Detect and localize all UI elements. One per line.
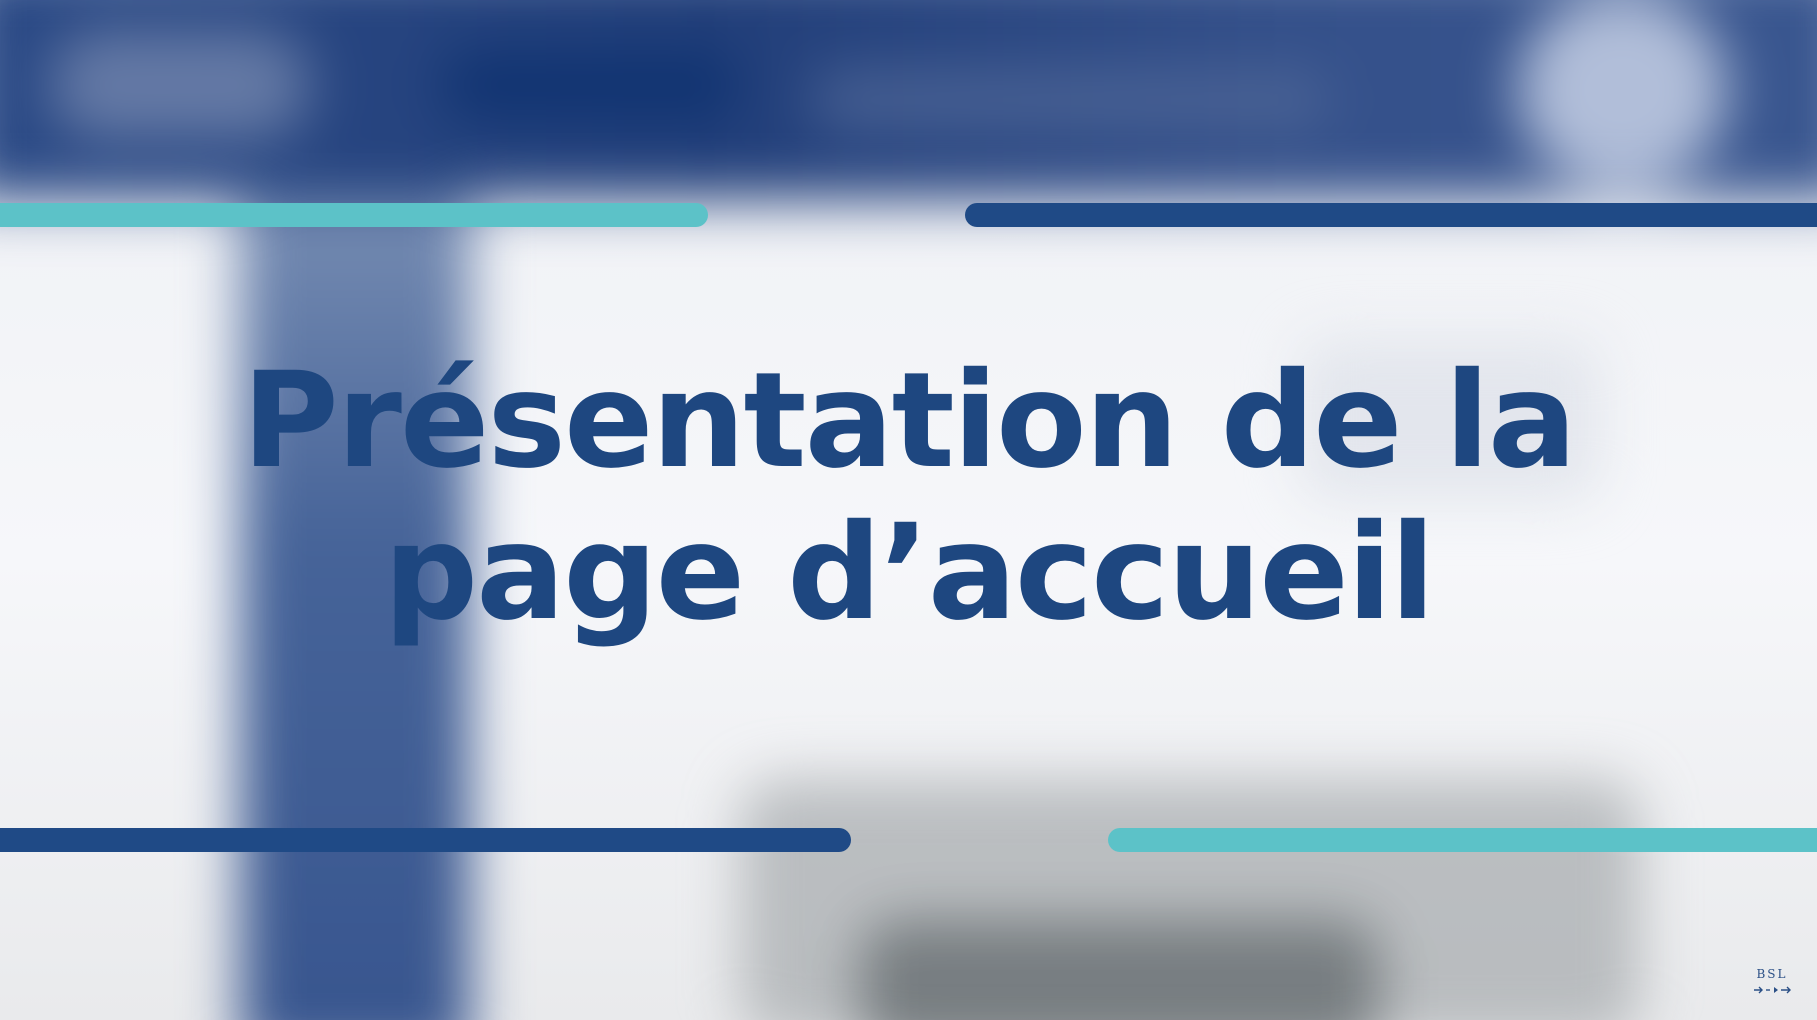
video-frame: Présentation de la page d’accueil BSL [0,0,1817,1020]
blurred-shape [440,50,740,120]
decorative-bar-bottom-left [0,828,851,852]
bsl-logo-icon: BSL [1749,966,1795,1006]
blurred-shape [50,30,310,140]
slide-title-line-1: Présentation de la [242,344,1577,498]
decorative-bar-top-right [965,203,1817,227]
arrow-icon [1754,986,1791,994]
slide-title-line-2: page d’accueil [383,496,1436,650]
decorative-bar-bottom-right [1108,828,1817,852]
blurred-shape [810,70,1330,130]
decorative-bar-top-left [0,203,708,227]
slide-title: Présentation de la page d’accueil [0,345,1817,649]
blurred-shape [860,920,1380,1020]
logo-text: BSL [1756,967,1788,981]
